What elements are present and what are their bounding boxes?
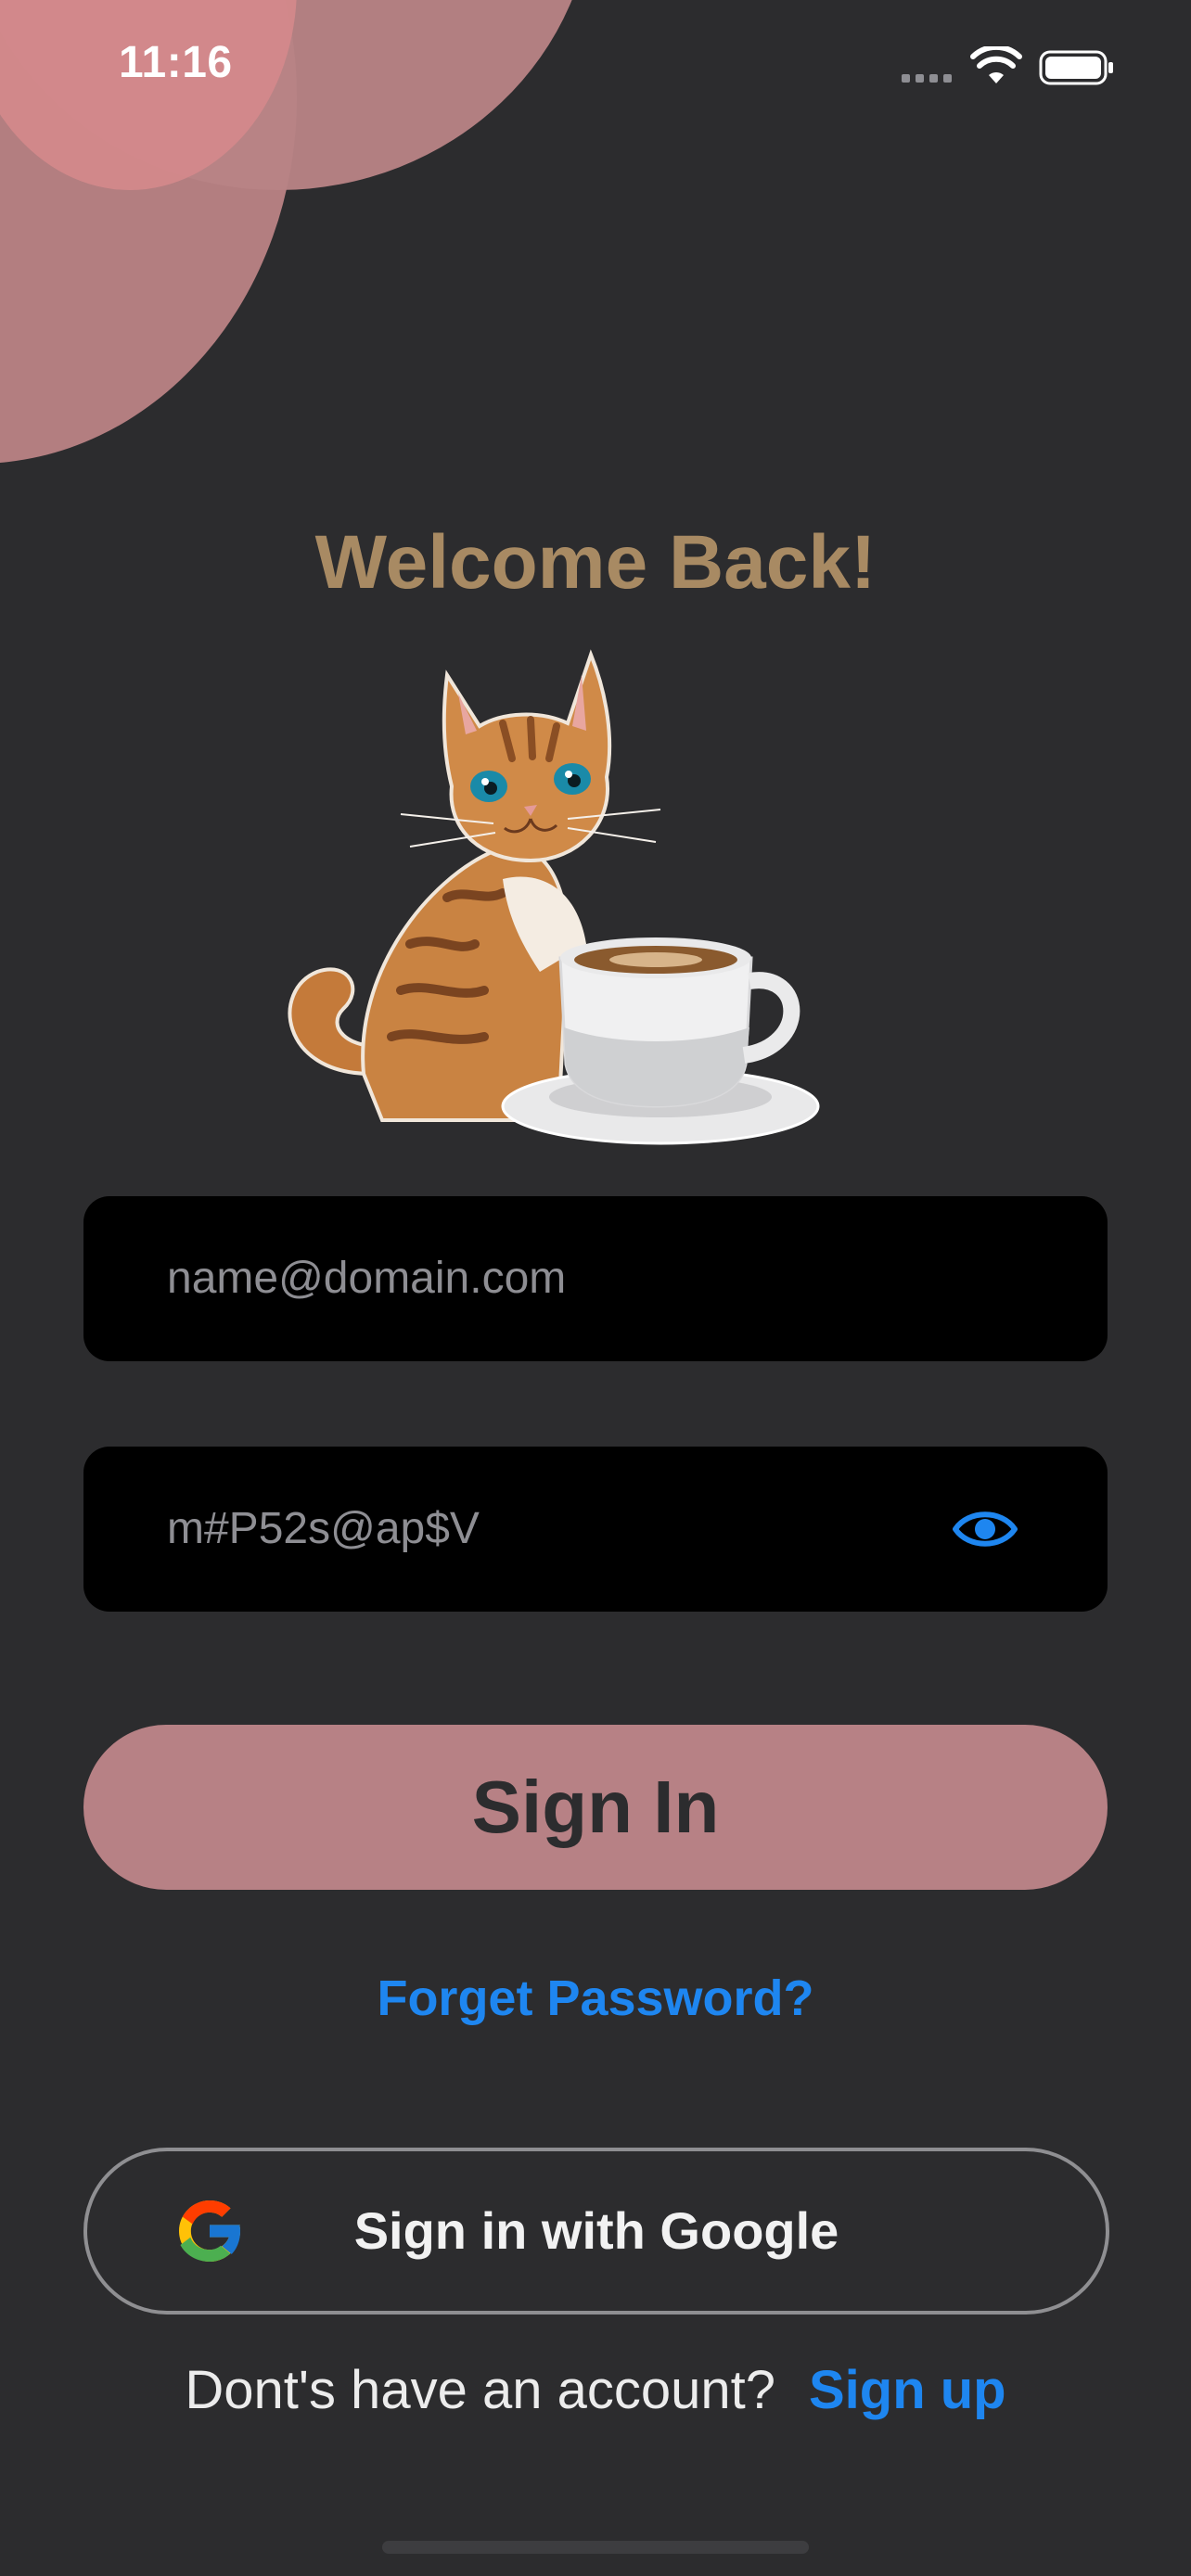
email-field[interactable]: name@domain.com — [83, 1196, 1108, 1361]
signup-prompt: Dont's have an account? Sign up — [0, 2359, 1191, 2421]
wifi-icon — [970, 46, 1022, 83]
eye-icon[interactable] — [952, 1498, 1018, 1560]
signal-icon — [902, 74, 952, 83]
password-field[interactable]: m#P52s@ap$V — [83, 1447, 1108, 1612]
cat-with-coffee-illustration — [288, 649, 820, 1145]
battery-icon — [1039, 50, 1113, 85]
sign-up-link[interactable]: Sign up — [809, 2360, 1006, 2420]
sign-in-button[interactable]: Sign In — [83, 1725, 1108, 1890]
signup-question: Dont's have an account? — [185, 2360, 775, 2420]
email-placeholder: name@domain.com — [167, 1254, 567, 1303]
page-title: Welcome Back! — [314, 520, 877, 605]
forgot-password-link[interactable]: Forget Password? — [0, 1970, 1191, 2027]
status-time: 11:16 — [119, 38, 233, 87]
google-sign-in-button[interactable]: Sign in with Google — [83, 2148, 1109, 2315]
google-button-label: Sign in with Google — [353, 2201, 839, 2260]
home-indicator[interactable] — [382, 2541, 809, 2554]
password-value: m#P52s@ap$V — [167, 1504, 480, 1553]
login-screen: 11:16 Welcome Back! name@domain.com m#P5… — [0, 0, 1191, 2576]
status-bar: 11:16 — [0, 0, 1191, 139]
